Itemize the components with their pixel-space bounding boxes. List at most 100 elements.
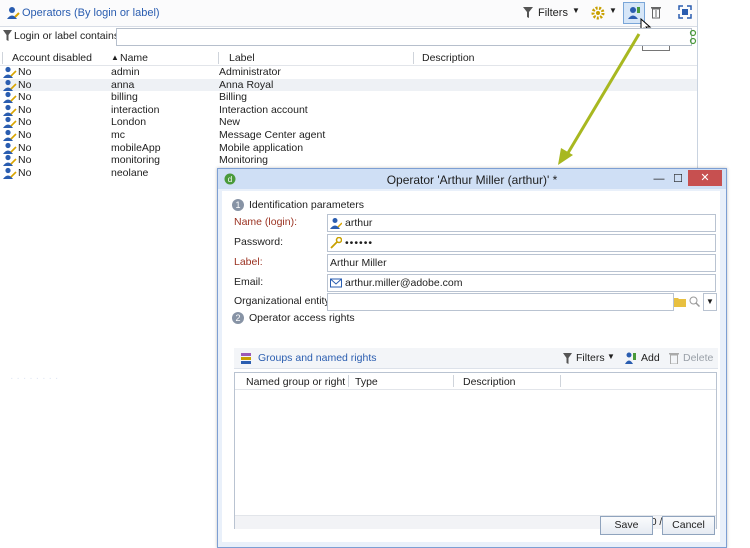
delete-button[interactable]: Delete bbox=[683, 352, 713, 364]
section-title: Identification parameters bbox=[249, 199, 364, 211]
save-button[interactable]: Save bbox=[600, 516, 653, 535]
operator-icon bbox=[3, 79, 17, 91]
operator-icon bbox=[3, 117, 17, 129]
column-type[interactable]: Type bbox=[355, 376, 378, 388]
section-identification: 1 Identification parameters bbox=[232, 199, 364, 212]
cell-name: anna bbox=[111, 78, 135, 91]
cell-name: mc bbox=[111, 129, 125, 141]
key-icon bbox=[330, 237, 342, 249]
cell-name: mobileApp bbox=[111, 141, 161, 154]
cell-account-disabled: No bbox=[18, 91, 32, 104]
operator-icon bbox=[330, 218, 342, 229]
sort-ascending-icon: ▲ bbox=[111, 53, 119, 62]
operator-icon bbox=[3, 92, 17, 104]
label-value: Arthur Miller bbox=[330, 257, 387, 269]
cell-account-disabled: No bbox=[18, 103, 32, 116]
rights-filters-button[interactable]: Filters bbox=[576, 352, 605, 364]
rights-grid[interactable]: Named group or right Type Description 0 … bbox=[234, 372, 717, 529]
section-number: 2 bbox=[232, 312, 244, 325]
maximize-button[interactable]: ☐ bbox=[669, 171, 687, 187]
gear-icon[interactable] bbox=[590, 5, 606, 21]
column-name[interactable]: Name bbox=[120, 52, 148, 64]
add-button[interactable]: Add bbox=[641, 352, 660, 364]
cell-name: admin bbox=[111, 66, 140, 78]
new-operator-icon bbox=[628, 7, 640, 19]
filter-icon bbox=[3, 30, 12, 41]
cell-label: New bbox=[219, 116, 241, 129]
cell-name: London bbox=[111, 116, 147, 129]
email-label: Email: bbox=[234, 276, 264, 288]
ghost-text: · · · · · · · · bbox=[10, 372, 59, 384]
list-toolbar: Operators (By login or label) Filters ▼ … bbox=[0, 0, 697, 27]
cell-label: Mobile application bbox=[219, 141, 304, 154]
filter-label: Login or label contains: bbox=[14, 30, 122, 42]
delete-icon[interactable] bbox=[669, 352, 679, 364]
fullscreen-icon[interactable] bbox=[678, 5, 692, 19]
section-title: Operator access rights bbox=[249, 312, 355, 324]
rights-toolbar: Groups and named rights Filters ▼ Add De… bbox=[234, 348, 718, 369]
folder-icon[interactable] bbox=[674, 296, 686, 307]
column-description[interactable]: Description bbox=[463, 376, 516, 388]
cancel-button[interactable]: Cancel bbox=[662, 516, 715, 535]
cell-account-disabled: No bbox=[18, 116, 32, 129]
arrow-annotation bbox=[558, 33, 641, 165]
section-access-rights: 2 Operator access rights bbox=[232, 312, 355, 325]
add-icon[interactable] bbox=[625, 352, 637, 364]
password-value: •••••• bbox=[345, 237, 374, 249]
cell-name: neolane bbox=[111, 166, 149, 179]
refresh-icon[interactable] bbox=[689, 29, 697, 45]
column-description[interactable]: Description bbox=[422, 52, 475, 64]
email-value: arthur.miller@adobe.com bbox=[345, 277, 463, 289]
cell-account-disabled: No bbox=[18, 141, 32, 154]
column-label[interactable]: Label bbox=[229, 52, 255, 64]
operator-icon bbox=[3, 129, 17, 141]
org-entity-label: Organizational entity: bbox=[234, 295, 333, 307]
section-number: 1 bbox=[232, 199, 244, 212]
minimize-button[interactable]: — bbox=[650, 171, 668, 187]
cell-label: Message Center agent bbox=[219, 129, 326, 141]
cell-account-disabled: No bbox=[18, 154, 32, 167]
rights-filters-dropdown-icon[interactable]: ▼ bbox=[607, 352, 615, 361]
operator-icon bbox=[3, 66, 17, 78]
operator-icon bbox=[7, 7, 20, 19]
gear-dropdown-icon[interactable]: ▼ bbox=[609, 6, 617, 15]
login-value: arthur bbox=[345, 217, 373, 229]
rights-grid-header: Named group or right Type Description bbox=[235, 373, 716, 390]
operator-icon bbox=[3, 155, 17, 167]
column-account-disabled[interactable]: Account disabled bbox=[12, 52, 92, 64]
operator-icon bbox=[3, 104, 17, 116]
cell-account-disabled: No bbox=[18, 66, 32, 78]
password-field[interactable]: •••••• bbox=[327, 234, 716, 252]
dialog-body: 1 Identification parameters Name (login):… bbox=[222, 191, 720, 542]
close-button[interactable]: ✕ bbox=[688, 170, 722, 186]
filter-icon[interactable] bbox=[563, 353, 572, 364]
list-title[interactable]: Operators (By login or label) bbox=[22, 7, 160, 19]
org-entity-field[interactable] bbox=[327, 293, 674, 311]
filters-dropdown-icon[interactable]: ▼ bbox=[572, 6, 580, 15]
trash-icon[interactable] bbox=[650, 5, 662, 19]
dialog-titlebar: d Operator 'Arthur Miller (arthur)' * — … bbox=[218, 169, 726, 189]
login-label: Name (login): bbox=[234, 216, 298, 228]
org-entity-dropdown-icon[interactable]: ▼ bbox=[703, 293, 717, 311]
column-named-group[interactable]: Named group or right bbox=[246, 376, 345, 388]
label-label: Label: bbox=[234, 256, 263, 268]
envelope-icon bbox=[330, 278, 342, 288]
label-field[interactable]: Arthur Miller bbox=[327, 254, 716, 272]
login-field[interactable]: arthur bbox=[327, 214, 716, 232]
filters-button[interactable]: Filters bbox=[538, 7, 568, 19]
groups-rights-tab[interactable]: Groups and named rights bbox=[258, 352, 376, 364]
cell-account-disabled: No bbox=[18, 166, 32, 179]
operator-icon bbox=[3, 167, 17, 179]
operator-icon bbox=[3, 142, 17, 154]
cell-label: Interaction account bbox=[219, 103, 308, 116]
magnifier-icon[interactable] bbox=[689, 296, 700, 307]
cell-label: Administrator bbox=[219, 66, 281, 78]
email-field[interactable]: arthur.miller@adobe.com bbox=[327, 274, 716, 292]
password-label: Password: bbox=[234, 236, 284, 248]
cell-name: billing bbox=[111, 91, 138, 104]
cell-account-disabled: No bbox=[18, 78, 32, 91]
cell-account-disabled: No bbox=[18, 129, 32, 141]
filter-icon[interactable] bbox=[523, 7, 533, 18]
cell-name: monitoring bbox=[111, 154, 161, 167]
cell-name: interaction bbox=[111, 103, 160, 116]
